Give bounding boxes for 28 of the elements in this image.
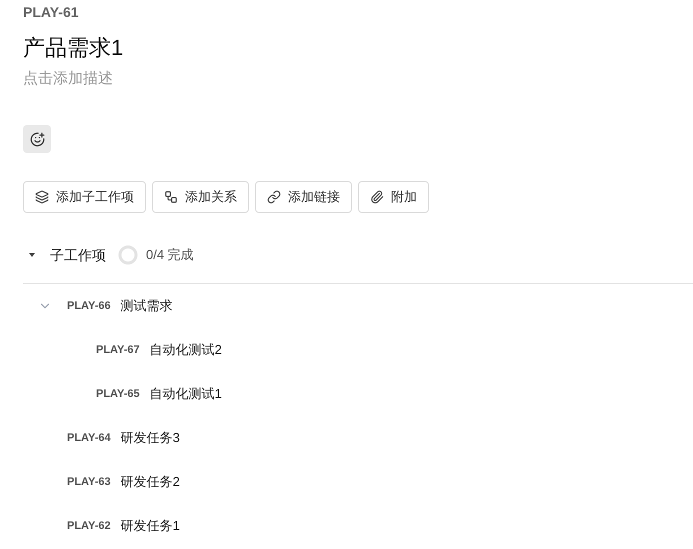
item-key: PLAY-63 xyxy=(67,474,111,490)
progress-text: 0/4 完成 xyxy=(146,246,194,264)
item-key: PLAY-64 xyxy=(67,430,111,446)
caret-down-icon[interactable] xyxy=(28,251,36,259)
link-icon xyxy=(267,190,281,204)
item-title[interactable]: 自动化测试1 xyxy=(150,384,222,404)
nodes-icon xyxy=(164,190,178,204)
item-key: PLAY-62 xyxy=(67,518,111,534)
paperclip-icon xyxy=(370,190,384,204)
action-button[interactable]: 添加关系 xyxy=(152,181,249,213)
section-title: 子工作项 xyxy=(50,246,106,264)
item-title[interactable]: 自动化测试2 xyxy=(150,340,222,360)
layers-icon xyxy=(35,190,49,204)
item-key: PLAY-67 xyxy=(96,342,140,358)
issue-key[interactable]: PLAY-61 xyxy=(23,3,693,21)
item-title[interactable]: 研发任务2 xyxy=(120,472,180,492)
action-button[interactable]: 添加子工作项 xyxy=(23,181,146,213)
item-title[interactable]: 研发任务3 xyxy=(120,428,180,448)
action-button[interactable]: 添加链接 xyxy=(255,181,352,213)
smiley-plus-icon xyxy=(30,132,44,146)
add-reaction-button[interactable] xyxy=(23,125,51,153)
issue-title[interactable]: 产品需求1 xyxy=(23,33,124,63)
item-title[interactable]: 测试需求 xyxy=(120,296,173,316)
action-button[interactable]: 附加 xyxy=(358,181,429,213)
item-key: PLAY-65 xyxy=(96,386,140,402)
item-title[interactable]: 研发任务1 xyxy=(120,516,180,536)
progress-ring-icon xyxy=(118,245,138,265)
item-key: PLAY-66 xyxy=(67,298,111,314)
